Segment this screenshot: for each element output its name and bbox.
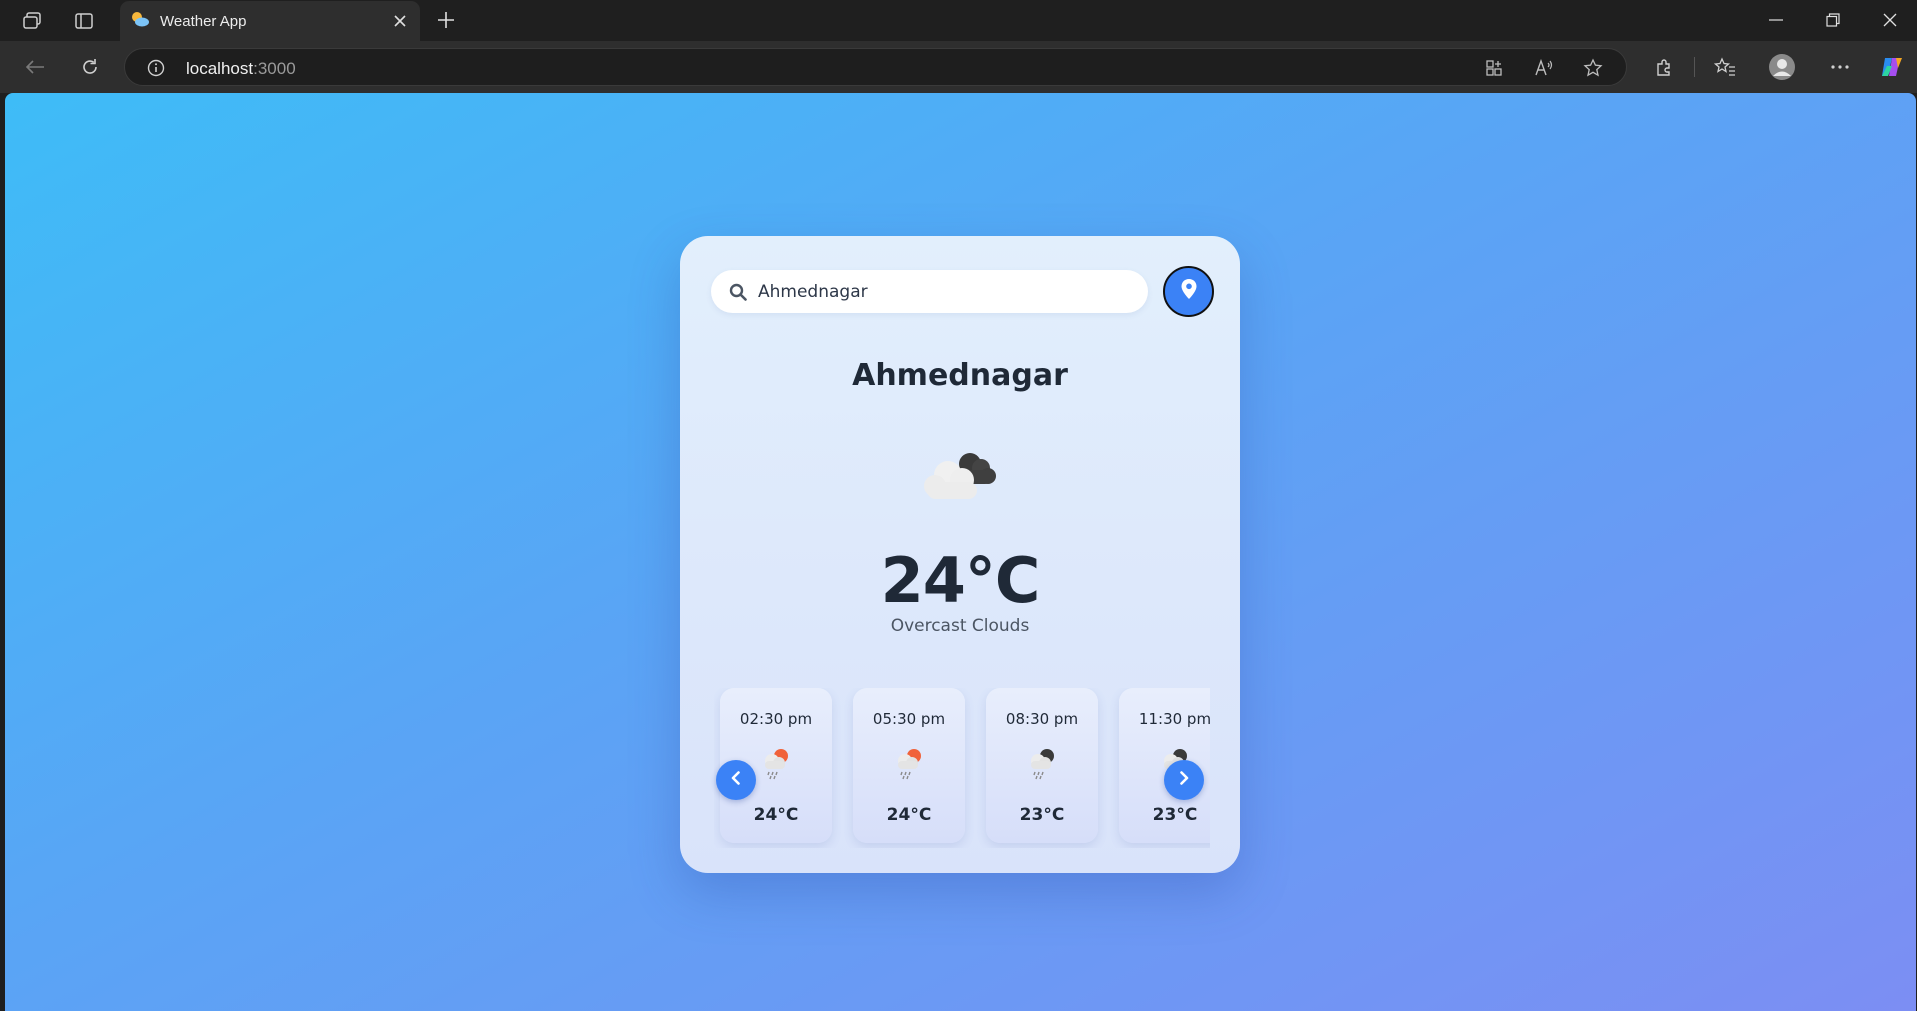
forecast-time: 08:30 pm [1005,710,1079,728]
forecast-time: 05:30 pm [872,710,946,728]
extensions-icon[interactable] [1650,53,1678,81]
profile-avatar-icon[interactable] [1767,52,1797,82]
active-tab[interactable]: Weather App [120,1,420,41]
map-pin-icon [1180,278,1198,305]
current-temperature: 24°C [880,544,1041,617]
chevron-left-icon [729,770,743,790]
refresh-icon[interactable] [75,53,105,81]
forecast-item: 08:30 pm 23°C [986,688,1098,843]
weather-card: Ahmednagar 24°C Overcast Clouds 02:30 pm [680,236,1240,873]
city-name: Ahmednagar [852,358,1068,393]
weather-favicon-icon [130,10,150,33]
new-tab-plus-icon[interactable] [432,6,460,34]
search-icon [729,283,747,301]
url-text: localhost:3000 [186,59,296,79]
rain-sun-icon [758,744,794,780]
chevron-right-icon [1177,770,1191,790]
app-available-icon[interactable] [1483,57,1505,79]
tab-title: Weather App [160,12,247,30]
back-arrow-icon[interactable] [20,53,50,81]
page-viewport: Ahmednagar 24°C Overcast Clouds 02:30 pm [5,93,1916,1011]
more-options-icon[interactable] [1825,53,1855,81]
browser-toolbar: localhost:3000 [0,41,1917,93]
forecast-temp: 23°C [1152,805,1198,825]
search-box [711,270,1148,313]
minimize-icon[interactable] [1756,6,1796,34]
forecast-prev-button[interactable] [716,760,756,800]
forecast-temp: 24°C [886,805,932,825]
favorites-icon[interactable] [1711,53,1739,81]
read-aloud-icon[interactable] [1532,57,1556,79]
forecast-time: 02:30 pm [739,710,813,728]
forecast-temp: 23°C [1019,805,1065,825]
browser-tab-bar: Weather App [0,0,1917,41]
tab-actions-icon[interactable] [70,8,98,34]
city-search-input[interactable] [758,270,1128,313]
forecast-next-button[interactable] [1164,760,1204,800]
current-location-button[interactable] [1163,266,1214,317]
restore-icon[interactable] [1813,6,1853,34]
favorite-star-icon[interactable] [1582,57,1604,79]
rain-night-icon [1024,744,1060,780]
forecast-time: 11:30 pm [1138,710,1210,728]
address-bar[interactable]: localhost:3000 [124,48,1627,86]
hourly-forecast: 02:30 pm 24°C 05:30 pm 24°C 08:30 pm 23°… [714,688,1210,848]
weather-description: Overcast Clouds [890,616,1030,636]
copilot-icon[interactable] [1877,52,1907,82]
site-info-icon[interactable] [146,58,166,78]
tab-close-icon[interactable] [390,11,410,31]
rain-sun-icon [891,744,927,780]
url-port: :3000 [253,59,296,78]
toolbar-divider [1694,57,1695,77]
url-host: localhost [186,59,254,78]
forecast-temp: 24°C [753,805,799,825]
workspaces-icon[interactable] [18,8,46,34]
close-window-icon[interactable] [1870,6,1910,34]
overcast-clouds-icon [918,442,1004,502]
forecast-item: 05:30 pm 24°C [853,688,965,843]
